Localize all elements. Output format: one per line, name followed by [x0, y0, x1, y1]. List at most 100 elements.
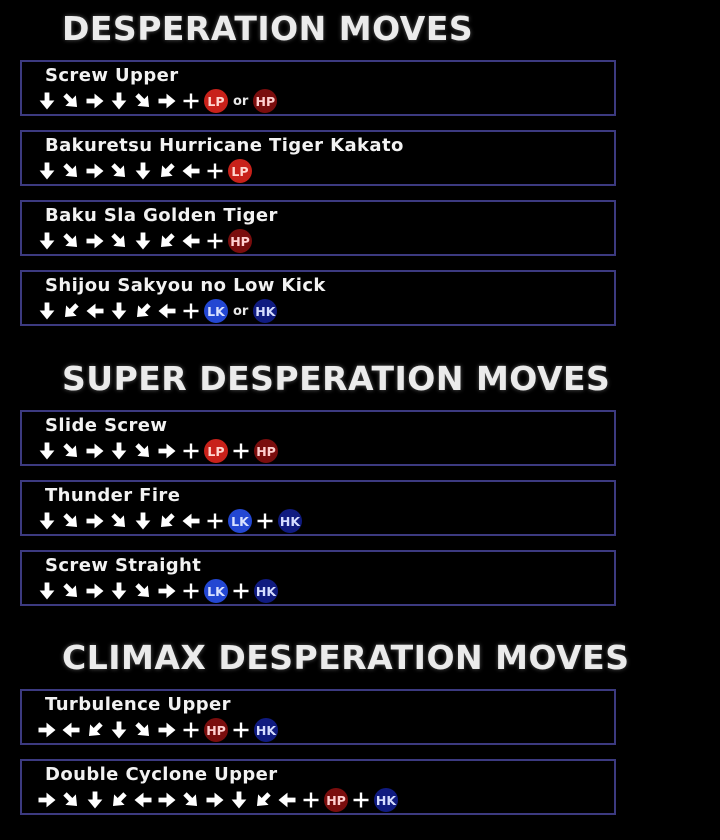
button-hk-icon: HK — [253, 299, 278, 323]
plus-icon — [254, 510, 276, 532]
move-name: Screw Upper — [45, 65, 179, 86]
arrow-down-icon — [132, 160, 154, 182]
move-name: Turbulence Upper — [45, 694, 231, 715]
arrow-down-right-icon — [108, 230, 130, 252]
move-name: Slide Screw — [45, 415, 168, 436]
move-card: Baku Sla Golden Tiger HP — [20, 200, 616, 256]
arrow-down-left-icon — [132, 300, 154, 322]
move-input: LP or HP — [36, 89, 278, 113]
plus-icon — [180, 90, 202, 112]
button-hp-icon: HP — [254, 439, 278, 463]
arrow-right-icon — [156, 90, 178, 112]
arrow-down-icon — [36, 300, 58, 322]
move-input: LK HK — [36, 579, 278, 603]
arrow-down-icon — [108, 719, 130, 741]
move-input: HP HK — [36, 718, 278, 742]
move-input: LK or HK — [36, 299, 278, 323]
plus-icon — [230, 440, 252, 462]
arrow-right-icon — [204, 789, 226, 811]
button-lp-icon: LP — [228, 159, 252, 183]
arrow-down-right-icon — [132, 440, 154, 462]
arrow-left-icon — [156, 300, 178, 322]
arrow-down-icon — [36, 580, 58, 602]
arrow-down-left-icon — [60, 300, 82, 322]
arrow-right-icon — [36, 719, 58, 741]
section-title: CLIMAX DESPERATION MOVES — [62, 638, 630, 677]
section-title: DESPERATION MOVES — [62, 9, 474, 48]
arrow-left-icon — [276, 789, 298, 811]
arrow-down-icon — [108, 440, 130, 462]
button-lp-icon: LP — [204, 439, 228, 463]
arrow-right-icon — [156, 719, 178, 741]
arrow-left-icon — [132, 789, 154, 811]
arrow-down-icon — [36, 510, 58, 532]
button-lk-icon: LK — [228, 509, 252, 533]
plus-icon — [204, 510, 226, 532]
arrow-down-left-icon — [156, 510, 178, 532]
arrow-down-icon — [36, 160, 58, 182]
button-lk-icon: LK — [204, 579, 228, 603]
plus-icon — [204, 160, 226, 182]
button-hp-icon: HP — [253, 89, 278, 113]
arrow-down-icon — [108, 90, 130, 112]
button-hk-icon: HK — [254, 718, 278, 742]
move-card: Double Cyclone Upper HP HK — [20, 759, 616, 815]
move-card: Bakuretsu Hurricane Tiger Kakato LP — [20, 130, 616, 186]
arrow-right-icon — [84, 230, 106, 252]
or-label: or — [233, 93, 249, 109]
move-name: Double Cyclone Upper — [45, 764, 278, 785]
plus-icon — [180, 580, 202, 602]
move-input: HP HK — [36, 788, 398, 812]
arrow-down-icon — [228, 789, 250, 811]
arrow-down-right-icon — [108, 160, 130, 182]
arrow-down-right-icon — [60, 789, 82, 811]
button-hp-icon: HP — [324, 788, 348, 812]
move-name: Shijou Sakyou no Low Kick — [45, 275, 326, 296]
arrow-down-left-icon — [156, 160, 178, 182]
arrow-down-icon — [108, 580, 130, 602]
arrow-right-icon — [156, 440, 178, 462]
button-lp-icon: LP — [204, 89, 228, 113]
arrow-down-right-icon — [60, 510, 82, 532]
section-title: SUPER DESPERATION MOVES — [62, 359, 611, 398]
plus-icon — [230, 719, 252, 741]
move-name: Screw Straight — [45, 555, 202, 576]
arrow-down-right-icon — [60, 230, 82, 252]
move-input: LK HK — [36, 509, 302, 533]
arrow-down-right-icon — [132, 719, 154, 741]
plus-icon — [204, 230, 226, 252]
arrow-down-icon — [36, 230, 58, 252]
button-hk-icon: HK — [278, 509, 302, 533]
arrow-down-right-icon — [132, 580, 154, 602]
arrow-down-icon — [132, 510, 154, 532]
arrow-right-icon — [84, 90, 106, 112]
move-name: Baku Sla Golden Tiger — [45, 205, 278, 226]
plus-icon — [180, 300, 202, 322]
arrow-down-left-icon — [84, 719, 106, 741]
arrow-right-icon — [84, 160, 106, 182]
move-card: Screw Straight LK HK — [20, 550, 616, 606]
arrow-down-left-icon — [108, 789, 130, 811]
arrow-down-right-icon — [60, 580, 82, 602]
plus-icon — [230, 580, 252, 602]
plus-icon — [350, 789, 372, 811]
move-card: Turbulence Upper HP HK — [20, 689, 616, 745]
arrow-left-icon — [60, 719, 82, 741]
move-card: Shijou Sakyou no Low Kick LK or HK — [20, 270, 616, 326]
button-hk-icon: HK — [254, 579, 278, 603]
arrow-right-icon — [84, 510, 106, 532]
button-hp-icon: HP — [228, 229, 252, 253]
plus-icon — [180, 440, 202, 462]
arrow-right-icon — [156, 789, 178, 811]
arrow-right-icon — [36, 789, 58, 811]
button-lk-icon: LK — [204, 299, 228, 323]
button-hp-icon: HP — [204, 718, 228, 742]
arrow-left-icon — [84, 300, 106, 322]
arrow-right-icon — [84, 580, 106, 602]
move-input: LP HP — [36, 439, 278, 463]
arrow-down-icon — [132, 230, 154, 252]
arrow-down-left-icon — [252, 789, 274, 811]
arrow-down-right-icon — [180, 789, 202, 811]
move-name: Bakuretsu Hurricane Tiger Kakato — [45, 135, 404, 156]
arrow-down-icon — [36, 90, 58, 112]
